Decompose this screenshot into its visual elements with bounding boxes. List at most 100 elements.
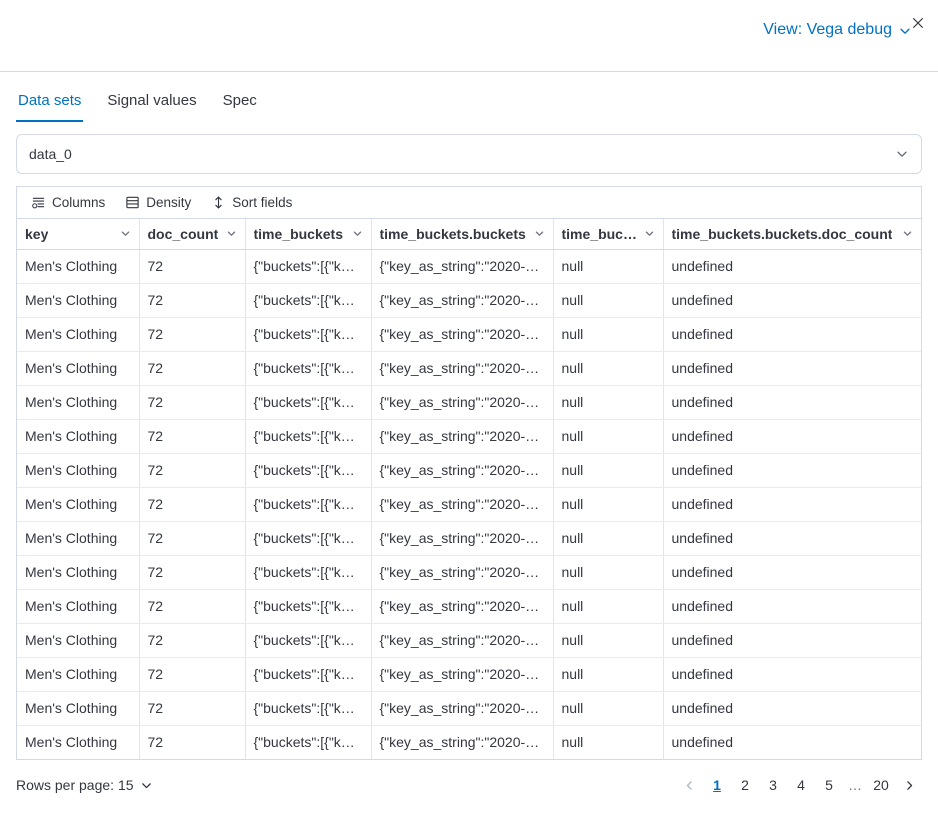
pagination-page-3[interactable]: 3 [760, 772, 786, 798]
cell-time-buckets-buckets[interactable]: {"key_as_string":"2020-… [371, 487, 553, 521]
cell-time-buckets-truncated[interactable]: null [553, 283, 663, 317]
cell-doc-count[interactable]: 72 [139, 623, 245, 657]
cell-time-buckets-buckets-doc-count[interactable]: undefined [663, 351, 921, 385]
cell-doc-count[interactable]: 72 [139, 521, 245, 555]
cell-time-buckets[interactable]: {"buckets":[{"k… [245, 283, 371, 317]
cell-doc-count[interactable]: 72 [139, 283, 245, 317]
cell-time-buckets[interactable]: {"buckets":[{"k… [245, 691, 371, 725]
cell-time-buckets[interactable]: {"buckets":[{"k… [245, 555, 371, 589]
cell-time-buckets-buckets[interactable]: {"key_as_string":"2020-… [371, 419, 553, 453]
cell-time-buckets-truncated[interactable]: null [553, 453, 663, 487]
cell-doc-count[interactable]: 72 [139, 317, 245, 351]
cell-time-buckets[interactable]: {"buckets":[{"k… [245, 623, 371, 657]
cell-time-buckets[interactable]: {"buckets":[{"k… [245, 521, 371, 555]
cell-time-buckets-buckets[interactable]: {"key_as_string":"2020-… [371, 453, 553, 487]
cell-key[interactable]: Men's Clothing [17, 487, 139, 521]
column-header-time-buckets-buckets[interactable]: time_buckets.buckets [371, 219, 553, 249]
cell-time-buckets-buckets-doc-count[interactable]: undefined [663, 249, 921, 283]
cell-time-buckets-buckets-doc-count[interactable]: undefined [663, 453, 921, 487]
cell-time-buckets-truncated[interactable]: null [553, 555, 663, 589]
cell-time-buckets[interactable]: {"buckets":[{"k… [245, 419, 371, 453]
pagination-page-2[interactable]: 2 [732, 772, 758, 798]
cell-doc-count[interactable]: 72 [139, 351, 245, 385]
cell-time-buckets-truncated[interactable]: null [553, 657, 663, 691]
cell-time-buckets-buckets-doc-count[interactable]: undefined [663, 657, 921, 691]
cell-key[interactable]: Men's Clothing [17, 725, 139, 759]
columns-button[interactable]: Columns [23, 191, 113, 214]
cell-doc-count[interactable]: 72 [139, 249, 245, 283]
column-header-time-buckets-truncated[interactable]: time_buck… [553, 219, 663, 249]
cell-time-buckets-buckets-doc-count[interactable]: undefined [663, 385, 921, 419]
cell-time-buckets-buckets[interactable]: {"key_as_string":"2020-… [371, 521, 553, 555]
cell-time-buckets-buckets[interactable]: {"key_as_string":"2020-… [371, 249, 553, 283]
cell-time-buckets-truncated[interactable]: null [553, 419, 663, 453]
cell-doc-count[interactable]: 72 [139, 385, 245, 419]
cell-time-buckets-truncated[interactable]: null [553, 487, 663, 521]
cell-time-buckets-buckets[interactable]: {"key_as_string":"2020-… [371, 385, 553, 419]
view-selector-dropdown[interactable]: View: Vega debug [763, 21, 912, 39]
cell-doc-count[interactable]: 72 [139, 419, 245, 453]
cell-key[interactable]: Men's Clothing [17, 351, 139, 385]
column-header-doc-count[interactable]: doc_count [139, 219, 245, 249]
cell-time-buckets-buckets-doc-count[interactable]: undefined [663, 623, 921, 657]
cell-doc-count[interactable]: 72 [139, 657, 245, 691]
tab-signal-values[interactable]: Signal values [105, 84, 198, 122]
cell-time-buckets-truncated[interactable]: null [553, 317, 663, 351]
dataset-select[interactable]: data_0 [16, 134, 922, 174]
cell-key[interactable]: Men's Clothing [17, 249, 139, 283]
pagination-page-5[interactable]: 5 [816, 772, 842, 798]
cell-time-buckets-buckets-doc-count[interactable]: undefined [663, 487, 921, 521]
cell-time-buckets-buckets-doc-count[interactable]: undefined [663, 283, 921, 317]
cell-doc-count[interactable]: 72 [139, 691, 245, 725]
cell-time-buckets-buckets[interactable]: {"key_as_string":"2020-… [371, 283, 553, 317]
rows-per-page-button[interactable]: Rows per page: 15 [16, 777, 153, 793]
close-icon[interactable] [908, 13, 928, 33]
cell-key[interactable]: Men's Clothing [17, 657, 139, 691]
cell-time-buckets-buckets-doc-count[interactable]: undefined [663, 419, 921, 453]
cell-time-buckets-buckets[interactable]: {"key_as_string":"2020-… [371, 725, 553, 759]
cell-doc-count[interactable]: 72 [139, 487, 245, 521]
cell-doc-count[interactable]: 72 [139, 453, 245, 487]
cell-time-buckets-buckets[interactable]: {"key_as_string":"2020-… [371, 657, 553, 691]
cell-key[interactable]: Men's Clothing [17, 555, 139, 589]
next-page-icon[interactable] [896, 772, 922, 798]
pagination-page-20[interactable]: 20 [868, 772, 894, 798]
cell-time-buckets[interactable]: {"buckets":[{"k… [245, 657, 371, 691]
cell-time-buckets[interactable]: {"buckets":[{"k… [245, 317, 371, 351]
cell-time-buckets-buckets-doc-count[interactable]: undefined [663, 725, 921, 759]
cell-key[interactable]: Men's Clothing [17, 419, 139, 453]
cell-time-buckets-buckets-doc-count[interactable]: undefined [663, 691, 921, 725]
cell-key[interactable]: Men's Clothing [17, 589, 139, 623]
pagination-page-4[interactable]: 4 [788, 772, 814, 798]
cell-key[interactable]: Men's Clothing [17, 453, 139, 487]
previous-page-icon[interactable] [676, 772, 702, 798]
cell-doc-count[interactable]: 72 [139, 725, 245, 759]
sort-fields-button[interactable]: Sort fields [203, 191, 300, 214]
cell-time-buckets-buckets[interactable]: {"key_as_string":"2020-… [371, 589, 553, 623]
cell-key[interactable]: Men's Clothing [17, 283, 139, 317]
cell-time-buckets-truncated[interactable]: null [553, 385, 663, 419]
cell-key[interactable]: Men's Clothing [17, 521, 139, 555]
cell-key[interactable]: Men's Clothing [17, 691, 139, 725]
cell-time-buckets[interactable]: {"buckets":[{"k… [245, 249, 371, 283]
cell-time-buckets-truncated[interactable]: null [553, 691, 663, 725]
cell-time-buckets[interactable]: {"buckets":[{"k… [245, 725, 371, 759]
cell-key[interactable]: Men's Clothing [17, 385, 139, 419]
cell-time-buckets-buckets[interactable]: {"key_as_string":"2020-… [371, 351, 553, 385]
cell-time-buckets[interactable]: {"buckets":[{"k… [245, 351, 371, 385]
cell-time-buckets-truncated[interactable]: null [553, 521, 663, 555]
cell-time-buckets-buckets-doc-count[interactable]: undefined [663, 555, 921, 589]
cell-key[interactable]: Men's Clothing [17, 317, 139, 351]
cell-time-buckets[interactable]: {"buckets":[{"k… [245, 487, 371, 521]
column-header-time-buckets[interactable]: time_buckets [245, 219, 371, 249]
density-button[interactable]: Density [117, 191, 199, 214]
cell-time-buckets-buckets-doc-count[interactable]: undefined [663, 317, 921, 351]
column-header-key[interactable]: key [17, 219, 139, 249]
cell-time-buckets-buckets[interactable]: {"key_as_string":"2020-… [371, 555, 553, 589]
cell-time-buckets-buckets[interactable]: {"key_as_string":"2020-… [371, 691, 553, 725]
cell-time-buckets[interactable]: {"buckets":[{"k… [245, 385, 371, 419]
cell-time-buckets[interactable]: {"buckets":[{"k… [245, 453, 371, 487]
column-header-time-buckets-buckets-doc-count[interactable]: time_buckets.buckets.doc_count [663, 219, 921, 249]
tab-data-sets[interactable]: Data sets [16, 84, 83, 122]
cell-time-buckets-buckets[interactable]: {"key_as_string":"2020-… [371, 317, 553, 351]
